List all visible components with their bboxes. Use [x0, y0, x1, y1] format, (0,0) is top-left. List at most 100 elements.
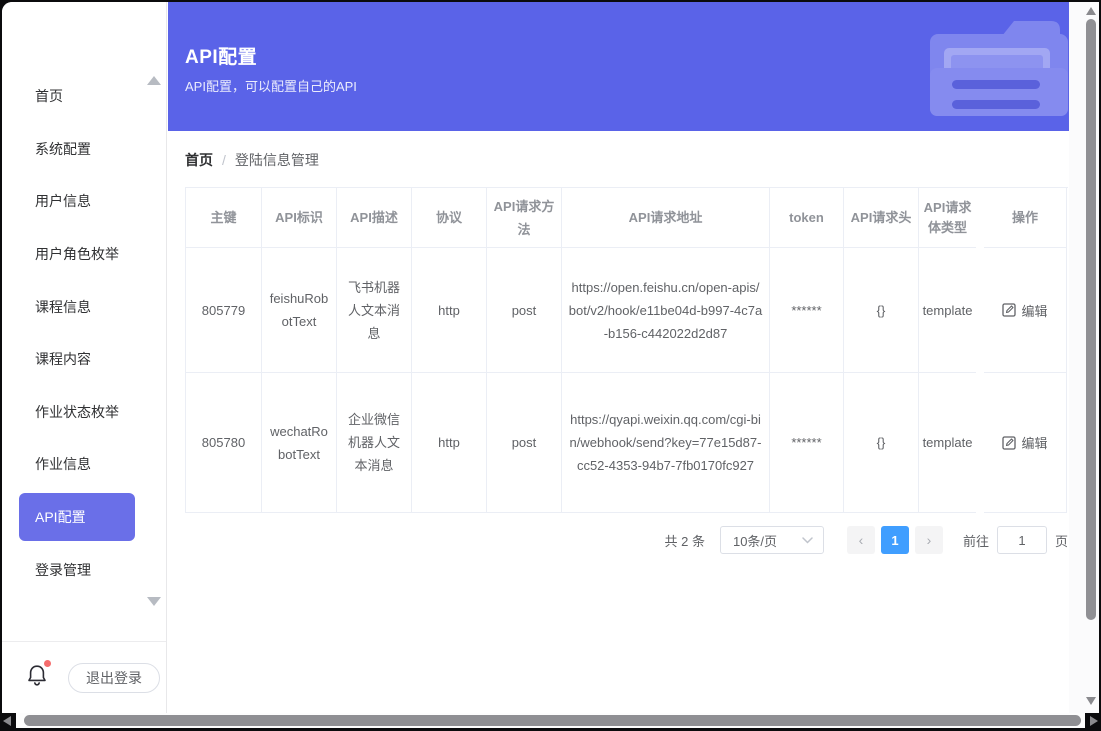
column-header: API请求体类型: [919, 188, 976, 248]
sidebar-item[interactable]: 登录管理: [2, 543, 166, 596]
column-header-text: 主键: [210, 206, 236, 229]
column-header: 操作: [984, 188, 1067, 248]
table-body: 805779feishuRobotText飞书机器人文本消息httppostht…: [186, 248, 1068, 513]
pagination-total: 共 2 条: [665, 531, 705, 550]
next-page-button[interactable]: ›: [915, 526, 943, 554]
cell-protocol: http: [412, 373, 487, 513]
prev-page-button[interactable]: ‹: [847, 526, 875, 554]
sidebar: 首页 系统配置 用户信息 用户角色枚举 课程信息 课程内容 作业状态枚举 作业信…: [2, 2, 167, 713]
page-title: API配置: [185, 42, 257, 69]
column-header-text: API请求方法: [493, 195, 555, 241]
notification-dot: [44, 660, 51, 667]
column-header-text: API请求地址: [629, 206, 703, 229]
horizontal-scrollbar: [0, 713, 1101, 729]
edit-button[interactable]: 编辑: [1002, 301, 1047, 320]
table-row: 805779feishuRobotText 飞书机器人文本消息http post ht…: [186, 248, 1068, 373]
sidebar-item[interactable]: 系统配置: [2, 123, 166, 176]
sidebar-item-label: 用户角色枚举: [35, 244, 119, 264]
sidebar-item-label: 系统配置: [35, 139, 91, 159]
cell-protocol-text: http: [438, 431, 460, 454]
fixed-column-gap: [976, 373, 984, 513]
sidebar-item-label: 课程内容: [35, 349, 91, 369]
cell-id: 805779: [186, 248, 262, 373]
cell-protocol: http: [412, 248, 487, 373]
cell-identifier: wechatRobotText: [262, 373, 337, 513]
breadcrumb-home-link[interactable]: 首页: [185, 150, 213, 170]
cell-body_type: template: [919, 373, 976, 513]
sidebar-item[interactable]: 用户信息: [2, 175, 166, 228]
sidebar-item[interactable]: 课程信息: [2, 280, 166, 333]
sidebar-item[interactable]: API配置: [2, 491, 166, 544]
sidebar-item[interactable]: 课程内容: [2, 333, 166, 386]
scroll-down-arrow-icon[interactable]: [1086, 697, 1096, 705]
sidebar-item-label: 登录管理: [35, 560, 91, 580]
cell-method: post: [487, 373, 562, 513]
notification-bell-icon[interactable]: [26, 663, 48, 692]
fixed-column-gap: [976, 188, 984, 248]
cell-body_type-text: template: [919, 299, 976, 322]
logout-button[interactable]: 退出登录: [68, 663, 160, 693]
folder-icon: [924, 12, 1074, 120]
edit-icon: [1002, 303, 1016, 317]
breadcrumb-current: 登陆信息管理: [235, 150, 319, 170]
sidebar-item[interactable]: 用户角色枚举: [2, 228, 166, 281]
fixed-column-gap: [976, 248, 984, 373]
page-size-value: 10条/页: [733, 531, 777, 550]
scroll-up-arrow-icon[interactable]: [1086, 7, 1096, 15]
column-header-text: 操作: [1012, 206, 1038, 229]
scroll-left-arrow-icon[interactable]: [3, 716, 11, 726]
cell-description-text: 企业微信机器人文本消息: [343, 408, 405, 477]
column-header: API请求方法: [487, 188, 562, 248]
vertical-scrollbar[interactable]: [1069, 2, 1084, 713]
cell-identifier: feishuRobotText: [262, 248, 337, 373]
cell-headers: {}: [844, 248, 919, 373]
pagination: 共 2 条 10条/页 ‹ 1 › 前往 页: [185, 526, 1068, 554]
cell-body_type-text: template: [919, 431, 976, 454]
page-header: API配置 API配置，可以配置自己的API: [168, 2, 1084, 131]
menu-scroll-down-icon[interactable]: [147, 597, 161, 606]
horizontal-scrollbar-thumb[interactable]: [24, 715, 1081, 726]
cell-actions: 编辑: [984, 248, 1067, 373]
page-subtitle: API配置，可以配置自己的API: [185, 76, 357, 95]
app-window: 首页 系统配置 用户信息 用户角色枚举 课程信息 课程内容 作业状态枚举 作业信…: [2, 2, 1099, 713]
cell-token-text: ******: [791, 431, 821, 454]
column-header-text: API请求体类型: [919, 198, 976, 238]
column-header: API请求头: [844, 188, 919, 248]
column-header: API标识: [262, 188, 337, 248]
sidebar-item-label: 课程信息: [35, 297, 91, 317]
cell-identifier-text: wechatRobotText: [268, 420, 330, 466]
table-header-row: 主键API标识API描述协议API请求方法API请求地址tokenAPI请求头A…: [186, 188, 1068, 248]
page-number-button[interactable]: 1: [881, 526, 909, 554]
cell-description: 企业微信机器人文本消息: [337, 373, 412, 513]
cell-url-text: https://qyapi.weixin.qq.com/cgi-bin/webh…: [568, 408, 763, 477]
cell-description: 飞书机器人文本消息: [337, 248, 412, 373]
sidebar-item[interactable]: 作业状态枚举: [2, 386, 166, 439]
cell-method-text: post: [512, 299, 537, 322]
breadcrumb-separator: /: [222, 152, 226, 168]
vertical-scrollbar-thumb[interactable]: [1086, 19, 1096, 620]
sidebar-item-label: API配置: [35, 507, 86, 527]
sidebar-item[interactable]: 首页: [2, 70, 166, 123]
cell-description-text: 飞书机器人文本消息: [343, 276, 405, 345]
page-size-select[interactable]: 10条/页: [720, 526, 824, 554]
cell-identifier-text: feishuRobotText: [268, 287, 330, 333]
cell-method-text: post: [512, 431, 537, 454]
cell-headers: {}: [844, 373, 919, 513]
column-header: 主键: [186, 188, 262, 248]
horizontal-scrollbar-track[interactable]: [16, 713, 1085, 728]
edit-button[interactable]: 编辑: [1002, 433, 1047, 452]
breadcrumb: 首页 / 登陆信息管理: [185, 150, 1084, 170]
cell-id: 805780: [186, 373, 262, 513]
cell-headers-text: {}: [877, 431, 886, 454]
content: 首页 / 登陆信息管理 主键 API标识 API描述 协议 API请求方法 API请求地址…: [185, 131, 1084, 713]
sidebar-item[interactable]: 作业信息: [2, 438, 166, 491]
sidebar-item-label: 作业信息: [35, 454, 91, 474]
column-header: 协议: [412, 188, 487, 248]
scroll-right-arrow-icon[interactable]: [1090, 716, 1098, 726]
column-header-text: API描述: [350, 206, 398, 229]
column-header-text: 协议: [436, 206, 462, 229]
cell-headers-text: {}: [877, 299, 886, 322]
cell-url: https://open.feishu.cn/open-apis/bot/v2/…: [562, 248, 770, 373]
edit-icon: [1002, 436, 1016, 450]
goto-page-input[interactable]: [997, 526, 1047, 554]
